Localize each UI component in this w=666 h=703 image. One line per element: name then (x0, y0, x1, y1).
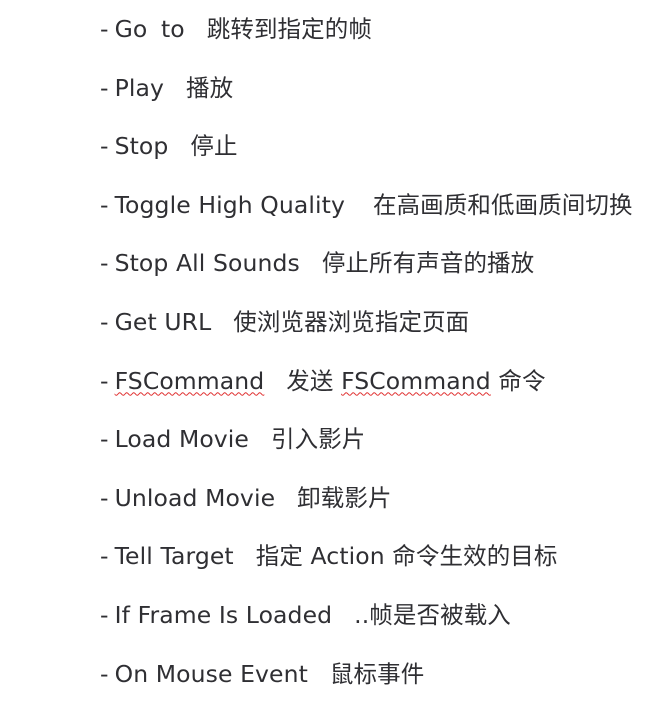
command-gloss: 鼠标事件 (329, 659, 425, 688)
list-dash-marker: - (100, 132, 109, 161)
list-dash-marker: - (100, 425, 109, 454)
command-term: Unload Movie (114, 483, 276, 512)
command-term: Load Movie (114, 425, 249, 454)
command-list-item: - If Frame Is Loaded ..帧是否被载入 (100, 586, 666, 645)
gloss-suffix: 命令生效的目标 (384, 542, 558, 571)
list-dash-marker: - (100, 15, 109, 43)
command-term: On Mouse Event (114, 659, 308, 688)
command-gloss: 使浏览器浏览指定页面 (233, 307, 470, 336)
gloss-latin-token: FSCommand (341, 366, 491, 395)
command-term: Stop (114, 132, 169, 161)
command-list-item: - Play 播放 (100, 59, 666, 118)
gloss-suffix: 命令 (490, 366, 546, 395)
list-dash-marker: - (100, 600, 109, 629)
gloss-prefix: 发送 (286, 366, 342, 395)
command-term: Go to (114, 15, 185, 43)
command-list-item: - Go to 跳转到指定的帧 (100, 0, 666, 59)
command-list-item: - Get URL 使浏览器浏览指定页面 (100, 293, 666, 352)
command-list: - Go to 跳转到指定的帧 - Play 播放 - Stop 停止 - Toggle High … (100, 0, 666, 703)
command-gloss: 停止 (190, 132, 238, 161)
command-list-item: - Stop All Sounds 停止所有声音的播放 (100, 234, 666, 293)
command-gloss: 跳转到指定的帧 (206, 15, 372, 43)
command-list-item: - On Mouse Event 鼠标事件 (100, 645, 666, 703)
command-term: FSCommand (114, 366, 265, 395)
command-gloss: ..帧是否被载入 (354, 600, 511, 629)
command-term: Toggle High Quality (114, 190, 345, 219)
list-dash-marker: - (100, 542, 109, 571)
list-dash-marker: - (100, 190, 109, 219)
command-list-item: - Stop 停止 (100, 117, 666, 176)
command-list-item: - Toggle High Quality 在高画质和低画质间切换 (100, 176, 666, 235)
command-gloss: 卸载影片 (297, 483, 392, 512)
command-term: Get URL (114, 307, 212, 336)
command-term: If Frame Is Loaded (114, 600, 333, 629)
command-list-item: - Unload Movie 卸载影片 (100, 469, 666, 528)
list-dash-marker: - (100, 659, 109, 688)
command-gloss: 在高画质和低画质间切换 (372, 190, 633, 219)
command-gloss: 发送 FSCommand 命令 (286, 352, 545, 411)
command-list-item: - Load Movie 引入影片 (100, 410, 666, 469)
command-gloss: 停止所有声音的播放 (321, 249, 535, 278)
command-term: Stop All Sounds (114, 249, 300, 278)
command-list-item: - FSCommand 发送 FSCommand 命令 (100, 352, 666, 411)
command-gloss: 播放 (186, 73, 234, 102)
command-term: Tell Target (114, 542, 234, 571)
command-term: Play (114, 73, 165, 102)
list-dash-marker: - (100, 366, 109, 395)
command-list-item: - Tell Target 指定 Action 命令生效的目标 (100, 527, 666, 586)
list-dash-marker: - (100, 307, 109, 336)
gloss-latin-token: Action (310, 542, 385, 571)
document-page: - Go to 跳转到指定的帧 - Play 播放 - Stop 停止 - Toggle High … (0, 0, 666, 692)
list-dash-marker: - (100, 483, 109, 512)
list-dash-marker: - (100, 73, 109, 102)
gloss-prefix: 指定 (255, 542, 311, 571)
command-gloss: 指定 Action 命令生效的目标 (256, 527, 558, 586)
list-dash-marker: - (100, 249, 109, 278)
command-gloss: 引入影片 (271, 425, 366, 454)
